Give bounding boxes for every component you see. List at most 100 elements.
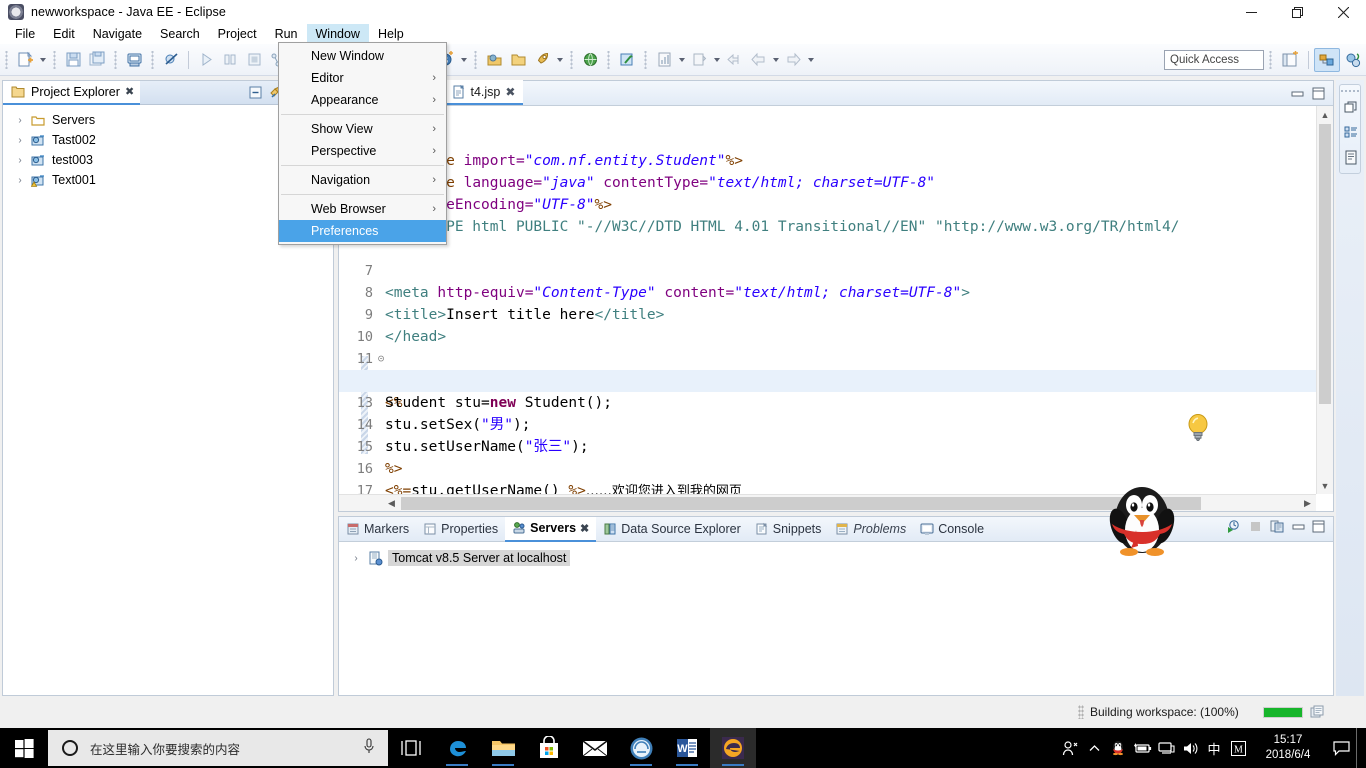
scroll-right-icon[interactable]: ▶ bbox=[1299, 495, 1316, 511]
tab-data-source-explorer[interactable]: Data Source Explorer bbox=[596, 517, 748, 542]
chevron-right-icon[interactable]: › bbox=[13, 113, 27, 127]
tab-console[interactable]: Console bbox=[913, 517, 991, 542]
open-folder-icon[interactable] bbox=[506, 48, 530, 72]
run-icon[interactable] bbox=[194, 48, 218, 72]
menu-run[interactable]: Run bbox=[266, 24, 307, 44]
drag-handle[interactable] bbox=[1340, 88, 1360, 94]
scroll-up-icon[interactable]: ▲ bbox=[1317, 106, 1333, 123]
save-icon[interactable] bbox=[61, 48, 85, 72]
new-wizard-icon[interactable] bbox=[13, 48, 37, 72]
menu-edit[interactable]: Edit bbox=[44, 24, 84, 44]
edge-icon[interactable] bbox=[434, 728, 480, 768]
open-resource-icon[interactable] bbox=[482, 48, 506, 72]
debug-step-icon[interactable] bbox=[218, 48, 242, 72]
maximize-button[interactable] bbox=[1274, 0, 1320, 24]
back-dropdown-icon[interactable] bbox=[770, 48, 781, 72]
restore-icon[interactable] bbox=[1340, 95, 1362, 119]
run-as-rocket-icon[interactable] bbox=[530, 48, 554, 72]
quick-access-input[interactable]: Quick Access bbox=[1164, 49, 1264, 70]
tab-problems[interactable]: Problems bbox=[828, 517, 913, 542]
windows-start-icon[interactable] bbox=[0, 728, 48, 768]
task-view-icon[interactable] bbox=[388, 728, 434, 768]
chevron-right-icon[interactable]: › bbox=[349, 551, 363, 565]
people-icon[interactable] bbox=[1058, 728, 1082, 768]
taskbar-clock[interactable]: 15:17 2018/6/4 bbox=[1250, 728, 1326, 768]
battery-icon[interactable] bbox=[1130, 728, 1154, 768]
search-input[interactable]: 在这里输入你要搜索的内容 bbox=[48, 730, 388, 766]
chevron-right-icon[interactable]: › bbox=[13, 153, 27, 167]
web-browser-icon[interactable] bbox=[578, 48, 602, 72]
menu-file[interactable]: File bbox=[6, 24, 44, 44]
microphone-icon[interactable] bbox=[362, 737, 376, 759]
menu-project[interactable]: Project bbox=[209, 24, 266, 44]
start-server-icon[interactable] bbox=[1226, 519, 1241, 539]
qq-tray-icon[interactable] bbox=[1106, 728, 1130, 768]
ime-chinese-icon[interactable]: 中 bbox=[1202, 728, 1226, 768]
tab-t4-jsp[interactable]: t4.jsp ✖ bbox=[443, 80, 524, 105]
editor-vertical-scrollbar[interactable]: ▲ ▼ bbox=[1316, 106, 1333, 494]
java-ee-perspective-icon[interactable] bbox=[1314, 47, 1340, 72]
stop-server-icon[interactable] bbox=[1248, 519, 1263, 539]
menu-search[interactable]: Search bbox=[151, 24, 209, 44]
minimize-button[interactable] bbox=[1228, 0, 1274, 24]
browser-360-icon[interactable] bbox=[618, 728, 664, 768]
menu-window[interactable]: Window bbox=[306, 24, 369, 44]
chevron-right-icon[interactable]: › bbox=[13, 133, 27, 147]
next-annotation-dropdown-icon[interactable] bbox=[711, 48, 722, 72]
toggle-breakpoint-icon[interactable] bbox=[159, 48, 183, 72]
tab-servers[interactable]: Servers ✖ bbox=[505, 516, 597, 542]
tab-markers[interactable]: Markers bbox=[339, 517, 416, 542]
scrollbar-thumb[interactable] bbox=[401, 497, 1201, 510]
previous-annotation-icon[interactable] bbox=[722, 48, 746, 72]
terminate-icon[interactable] bbox=[242, 48, 266, 72]
task-list-icon[interactable] bbox=[1340, 145, 1362, 169]
menu-item-web-browser[interactable]: Web Browser › bbox=[279, 198, 446, 220]
maximize-icon[interactable] bbox=[1312, 87, 1325, 105]
show-desktop-button[interactable] bbox=[1356, 728, 1362, 768]
word-icon[interactable]: W bbox=[664, 728, 710, 768]
menu-help[interactable]: Help bbox=[369, 24, 413, 44]
scroll-down-icon[interactable]: ▼ bbox=[1317, 477, 1333, 494]
next-annotation-icon[interactable] bbox=[687, 48, 711, 72]
outline-icon[interactable] bbox=[1340, 120, 1362, 144]
scroll-left-icon[interactable]: ◀ bbox=[383, 495, 400, 511]
new-wizard-dropdown-icon[interactable] bbox=[37, 48, 48, 72]
new-servlet-dropdown-icon[interactable] bbox=[458, 48, 469, 72]
tab-snippets[interactable]: Snippets bbox=[748, 517, 829, 542]
tab-properties[interactable]: Properties bbox=[416, 517, 505, 542]
progress-view-icon[interactable] bbox=[1310, 704, 1326, 720]
menu-navigate[interactable]: Navigate bbox=[84, 24, 151, 44]
java-browsing-icon[interactable] bbox=[615, 48, 639, 72]
network-icon[interactable] bbox=[1154, 728, 1178, 768]
mail-icon[interactable] bbox=[572, 728, 618, 768]
report-dropdown-icon[interactable] bbox=[676, 48, 687, 72]
code-editor[interactable]: 1 <%@ page import="com.nf.entity.Student… bbox=[339, 106, 1333, 511]
publish-icon[interactable] bbox=[1270, 519, 1285, 539]
chevron-right-icon[interactable]: › bbox=[13, 173, 27, 187]
save-all-icon[interactable] bbox=[85, 48, 109, 72]
menu-item-appearance[interactable]: Appearance › bbox=[279, 89, 446, 111]
menu-item-show-view[interactable]: Show View › bbox=[279, 118, 446, 140]
menu-item-new-window[interactable]: New Window bbox=[279, 45, 446, 67]
scrollbar-thumb[interactable] bbox=[1319, 124, 1331, 404]
print-icon[interactable] bbox=[122, 48, 146, 72]
close-icon[interactable]: ✖ bbox=[125, 85, 134, 98]
volume-icon[interactable] bbox=[1178, 728, 1202, 768]
menu-item-perspective[interactable]: Perspective › bbox=[279, 140, 446, 162]
tab-project-explorer[interactable]: Project Explorer ✖ bbox=[3, 80, 141, 105]
back-icon[interactable] bbox=[746, 48, 770, 72]
report-icon[interactable] bbox=[652, 48, 676, 72]
run-as-dropdown-icon[interactable] bbox=[554, 48, 565, 72]
java-perspective-icon[interactable] bbox=[1340, 48, 1366, 72]
menu-item-navigation[interactable]: Navigation › bbox=[279, 169, 446, 191]
menu-item-preferences[interactable]: Preferences bbox=[279, 220, 446, 242]
close-button[interactable] bbox=[1320, 0, 1366, 24]
minimize-icon[interactable] bbox=[1291, 87, 1304, 105]
ime-mode-icon[interactable]: M bbox=[1226, 728, 1250, 768]
collapse-all-icon[interactable] bbox=[246, 84, 264, 102]
file-explorer-icon[interactable] bbox=[480, 728, 526, 768]
close-icon[interactable]: ✖ bbox=[505, 85, 515, 99]
maximize-icon[interactable] bbox=[1312, 520, 1325, 538]
forward-icon[interactable] bbox=[781, 48, 805, 72]
forward-dropdown-icon[interactable] bbox=[805, 48, 816, 72]
